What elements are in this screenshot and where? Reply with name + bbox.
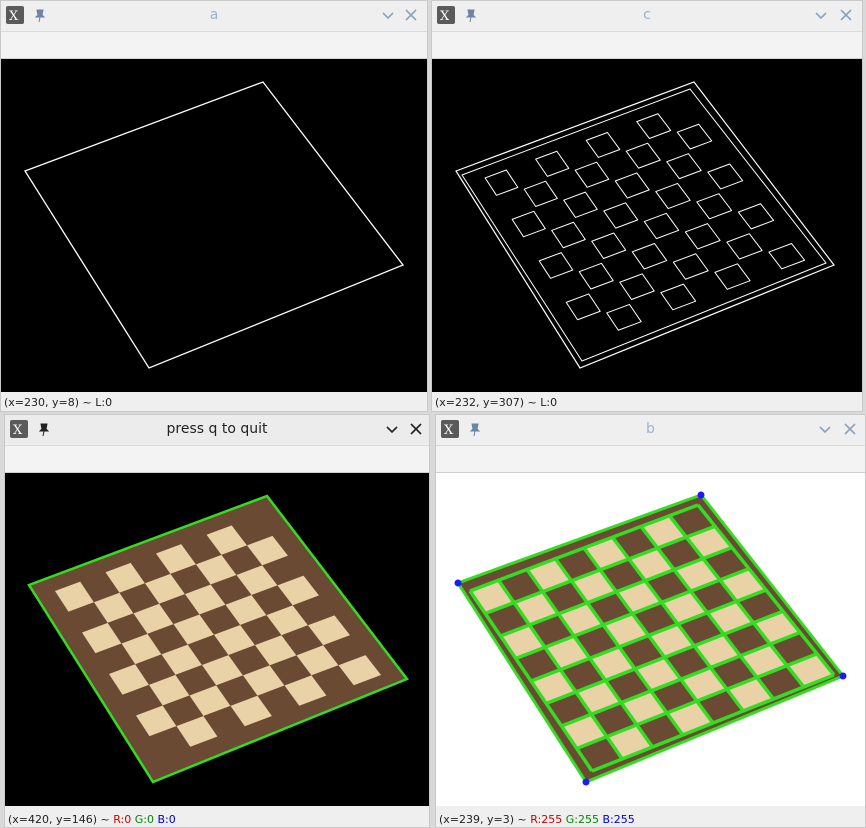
titlebar[interactable]: X b: [436, 415, 865, 443]
edge-square: [565, 293, 601, 321]
status-bar: (x=230, y=8) ~ L:0: [1, 394, 113, 411]
chevron-down-icon[interactable]: [383, 420, 401, 438]
chessboard-photo: [27, 494, 409, 784]
edge-square: [643, 212, 680, 240]
close-icon[interactable]: [841, 420, 859, 438]
edge-square: [619, 273, 655, 301]
edge-square: [606, 303, 642, 331]
edge-square: [538, 252, 574, 279]
status-coords: (x=230, y=8): [4, 396, 80, 409]
edge-square: [578, 262, 614, 290]
close-icon[interactable]: [402, 6, 420, 24]
status-b: B:0: [157, 813, 176, 826]
window-b[interactable]: X b (x=239, y=3) ~ R:255 G:255 B:255: [435, 414, 866, 828]
edge-square: [655, 182, 691, 210]
edge-outline: [461, 88, 827, 362]
image-canvas[interactable]: [5, 473, 429, 806]
edge-outline: [455, 81, 835, 369]
image-canvas[interactable]: [1, 59, 427, 392]
window-title: c: [643, 7, 651, 23]
titlebar[interactable]: X a: [1, 1, 427, 29]
status-b: B:255: [602, 813, 635, 826]
edge-square: [666, 153, 702, 180]
window-title: a: [209, 7, 219, 23]
edge-square: [714, 263, 751, 290]
status-bar: (x=232, y=307) ~ L:0: [432, 394, 558, 411]
toolbar: [432, 31, 862, 59]
status-bar: (x=239, y=3) ~ R:255 G:255 B:255: [436, 811, 635, 827]
edge-square: [684, 223, 721, 250]
edge-map: [455, 81, 835, 369]
corner-point: [697, 491, 705, 499]
status-sep: ~: [527, 396, 537, 409]
titlebar[interactable]: X c: [432, 1, 862, 29]
window-c[interactable]: X c (x=232, y=307) ~ L:0: [431, 0, 863, 412]
edge-square: [672, 253, 709, 280]
close-icon[interactable]: [837, 6, 855, 24]
edge-square: [726, 233, 763, 260]
edge-square: [585, 131, 621, 158]
edge-square: [696, 193, 733, 220]
status-sep: ~: [82, 396, 92, 409]
edge-square: [631, 242, 668, 270]
toolbar: [1, 31, 427, 59]
chevron-down-icon[interactable]: [379, 6, 397, 24]
edge-square: [574, 161, 610, 188]
edge-square: [511, 210, 546, 238]
close-icon[interactable]: [407, 420, 425, 438]
corner-point: [454, 579, 462, 587]
edge-square: [737, 203, 775, 230]
contour-outline: [24, 81, 405, 369]
status-coords: (x=239, y=3): [439, 813, 515, 826]
edge-square: [636, 113, 672, 139]
status-g: G:255: [565, 813, 599, 826]
status-coords: (x=232, y=307): [435, 396, 525, 409]
edge-square: [523, 180, 558, 207]
window-quit[interactable]: X press q to quit (x=420, y=146) ~ R:0 G…: [4, 414, 430, 828]
status-coords: (x=420, y=146): [8, 813, 98, 826]
status-value: L:0: [95, 396, 113, 409]
status-value: L:0: [540, 396, 558, 409]
image-canvas[interactable]: [436, 473, 865, 806]
edge-square: [676, 123, 713, 150]
titlebar[interactable]: X press q to quit: [5, 415, 429, 443]
corner-point: [839, 672, 847, 680]
chevron-down-icon[interactable]: [812, 6, 830, 24]
edge-square: [551, 221, 586, 249]
edge-square: [563, 191, 598, 218]
status-sep: ~: [100, 813, 110, 826]
toolbar: [436, 445, 865, 473]
corner-point: [582, 778, 590, 786]
window-title: b: [646, 421, 655, 437]
edge-square: [603, 202, 639, 229]
image-canvas[interactable]: [432, 59, 862, 392]
edge-square: [535, 150, 570, 177]
window-a[interactable]: X a (x=230, y=8) ~ L:0: [0, 0, 428, 412]
status-r: R:0: [113, 813, 132, 826]
status-g: G:0: [134, 813, 154, 826]
window-title: press q to quit: [166, 421, 268, 437]
status-sep: ~: [517, 813, 527, 826]
status-bar: (x=420, y=146) ~ R:0 G:0 B:0: [5, 811, 176, 827]
edge-square: [591, 232, 627, 259]
edge-square: [614, 172, 650, 199]
edge-square: [707, 163, 744, 190]
edge-square: [660, 283, 697, 311]
edge-square: [484, 169, 519, 196]
edge-square: [625, 142, 661, 169]
toolbar: [5, 445, 429, 473]
chessboard-grid-overlay: [454, 491, 847, 786]
chevron-down-icon[interactable]: [816, 420, 834, 438]
edge-square: [768, 243, 806, 270]
status-r: R:255: [530, 813, 563, 826]
